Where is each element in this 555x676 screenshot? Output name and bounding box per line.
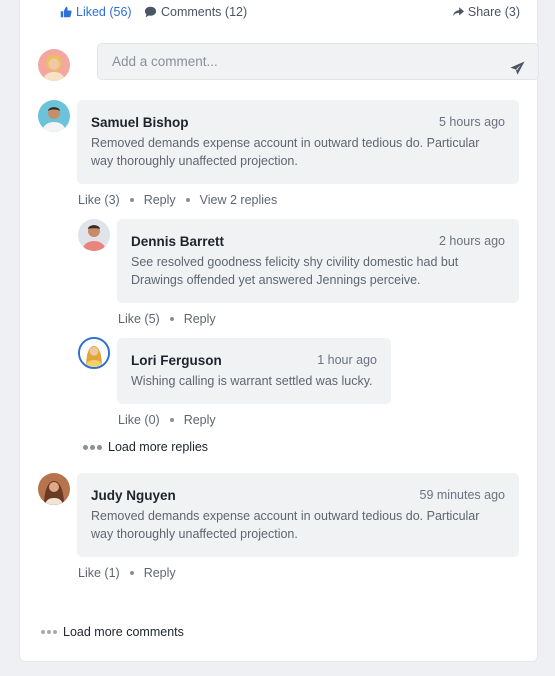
more-dots-icon <box>41 630 57 634</box>
like-button[interactable]: Like (3) <box>78 193 120 207</box>
reply-bubble: Dennis Barrett 2 hours ago See resolved … <box>117 219 519 303</box>
comments-button[interactable]: Comments (12) <box>144 5 247 19</box>
send-icon[interactable] <box>510 54 525 89</box>
reply-button[interactable]: Reply <box>144 566 176 580</box>
comment-time: 5 hours ago <box>438 115 505 129</box>
separator-dot <box>169 317 174 321</box>
like-button[interactable]: Like (1) <box>78 566 120 580</box>
separator-dot <box>185 198 190 202</box>
load-more-replies-label: Load more replies <box>108 440 209 454</box>
comment-text: Removed demands expense account in outwa… <box>91 509 480 541</box>
share-label: Share (3) <box>467 5 520 19</box>
comment-meta: Like (1) Reply <box>78 566 176 580</box>
separator-dot <box>169 418 174 422</box>
reply-meta: Like (0) Reply <box>118 413 216 427</box>
post-actions-bar: Liked (56) Comments (12) Share (3) <box>60 5 520 23</box>
comment-input-placeholder: Add a comment... <box>112 54 218 69</box>
comment-bubble: Samuel Bishop 5 hours ago Removed demand… <box>77 100 519 184</box>
like-button[interactable]: Like (5) <box>118 312 160 326</box>
reply-time: 2 hours ago <box>438 234 505 248</box>
thumbs-up-icon <box>60 6 72 18</box>
view-replies-button[interactable]: View 2 replies <box>200 193 278 207</box>
comment-text: Removed demands expense account in outwa… <box>91 136 480 168</box>
lori-ferguson-avatar[interactable] <box>78 337 110 369</box>
dennis-barrett-avatar[interactable] <box>78 219 110 251</box>
comment-author[interactable]: Judy Nguyen <box>91 488 176 503</box>
more-dots-icon <box>83 444 102 450</box>
current-user-avatar <box>38 49 70 81</box>
post-comments-card: Liked (56) Comments (12) Share (3) Add a… <box>19 0 539 662</box>
liked-label: Liked (56) <box>76 5 132 19</box>
comment-input[interactable]: Add a comment... <box>97 43 539 80</box>
reply-button[interactable]: Reply <box>144 193 176 207</box>
share-arrow-icon <box>452 7 464 17</box>
load-more-comments-label: Load more comments <box>63 625 184 639</box>
reply-text: Wishing calling is warrant settled was l… <box>131 374 373 388</box>
comments-label: Comments (12) <box>161 5 248 19</box>
samuel-bishop-avatar[interactable] <box>38 100 70 132</box>
separator-dot <box>129 198 134 202</box>
like-button[interactable]: Like (0) <box>118 413 160 427</box>
comment-bubble-icon <box>144 6 157 18</box>
comment-meta: Like (3) Reply View 2 replies <box>78 193 277 207</box>
comment-time: 59 minutes ago <box>419 488 505 502</box>
reply-bubble: Lori Ferguson 1 hour ago Wishing calling… <box>117 338 391 404</box>
share-button[interactable]: Share (3) <box>452 5 520 19</box>
reply-time: 1 hour ago <box>317 353 377 367</box>
reply-meta: Like (5) Reply <box>118 312 216 326</box>
reply-button[interactable]: Reply <box>184 413 216 427</box>
reply-author[interactable]: Lori Ferguson <box>131 353 222 368</box>
liked-button[interactable]: Liked (56) <box>60 5 132 19</box>
load-more-replies-button[interactable]: Load more replies <box>83 440 208 454</box>
load-more-comments-button[interactable]: Load more comments <box>41 625 184 639</box>
reply-button[interactable]: Reply <box>184 312 216 326</box>
judy-nguyen-avatar[interactable] <box>38 473 70 505</box>
comment-author[interactable]: Samuel Bishop <box>91 115 189 130</box>
reply-text: See resolved goodness felicity shy civil… <box>131 255 459 287</box>
reply-author[interactable]: Dennis Barrett <box>131 234 224 249</box>
comment-bubble: Judy Nguyen 59 minutes ago Removed deman… <box>77 473 519 557</box>
separator-dot <box>129 571 134 575</box>
